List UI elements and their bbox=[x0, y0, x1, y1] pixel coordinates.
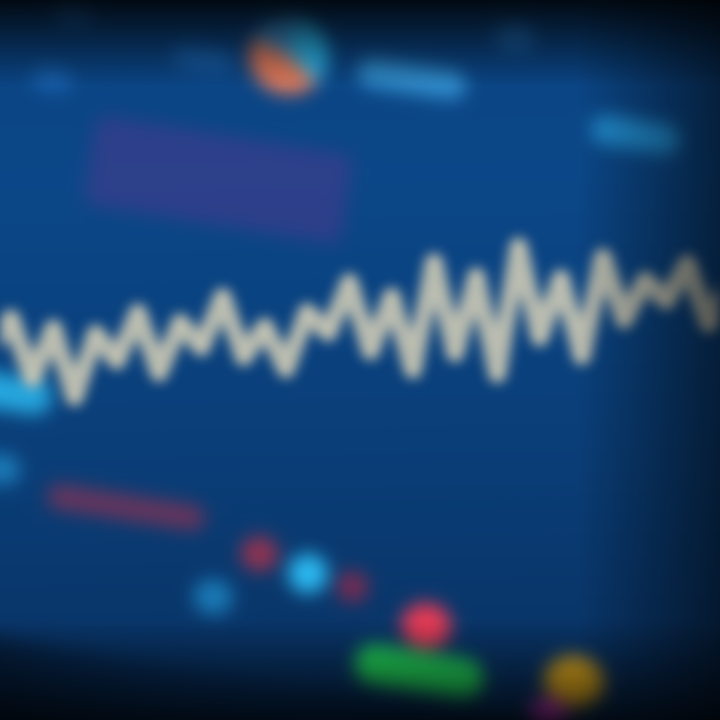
screen-photo bbox=[0, 0, 720, 720]
data-point bbox=[470, 270, 483, 283]
data-point bbox=[89, 327, 102, 340]
data-point bbox=[639, 274, 652, 287]
data-point bbox=[660, 294, 673, 307]
data-point bbox=[47, 322, 60, 335]
data-point bbox=[26, 372, 39, 385]
data-point bbox=[491, 367, 504, 380]
price-line-chart bbox=[0, 237, 720, 407]
data-point bbox=[554, 272, 567, 285]
chart-line-layer bbox=[0, 237, 720, 407]
data-point bbox=[681, 257, 694, 270]
data-point bbox=[216, 291, 229, 304]
data-point bbox=[576, 350, 588, 362]
data-point bbox=[174, 316, 187, 329]
data-point bbox=[385, 290, 398, 303]
data-point bbox=[702, 317, 715, 330]
series-line bbox=[0, 237, 720, 407]
data-point bbox=[428, 256, 440, 269]
data-point bbox=[132, 306, 144, 319]
data-point bbox=[258, 320, 271, 333]
data-point bbox=[618, 313, 631, 326]
data-point bbox=[533, 331, 546, 344]
data-point bbox=[68, 391, 81, 404]
data-point bbox=[280, 363, 292, 375]
data-point bbox=[110, 354, 123, 367]
data-point bbox=[322, 326, 335, 339]
data-point bbox=[195, 341, 208, 354]
data-point bbox=[237, 351, 250, 363]
data-point bbox=[449, 347, 462, 360]
data-point bbox=[512, 240, 525, 253]
data-point bbox=[153, 366, 166, 379]
data-point bbox=[301, 306, 314, 319]
data-point bbox=[597, 251, 610, 264]
data-point bbox=[343, 276, 356, 289]
data-point bbox=[406, 363, 419, 376]
data-point bbox=[5, 312, 18, 325]
data-point bbox=[364, 345, 377, 358]
